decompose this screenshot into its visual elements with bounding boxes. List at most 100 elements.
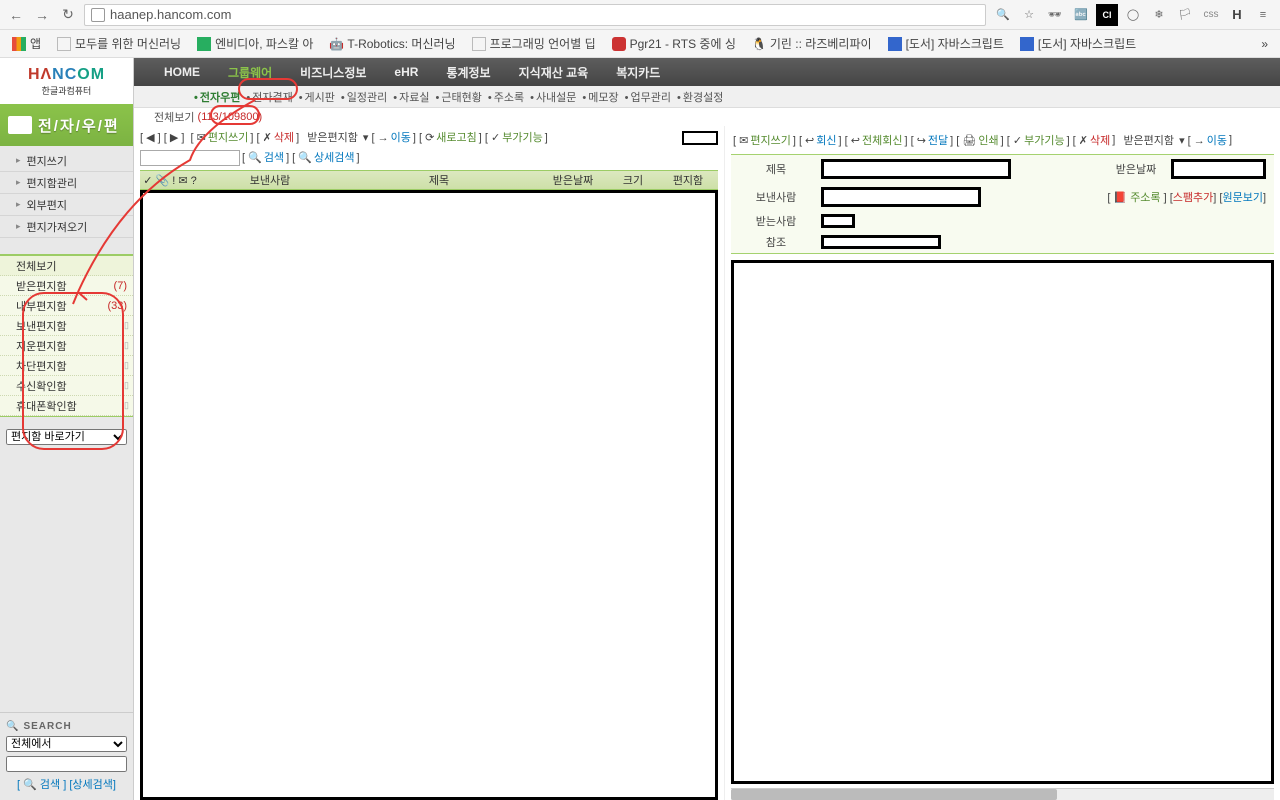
nav-groupware[interactable]: 그룹웨어 [228, 64, 272, 81]
nav-ehr[interactable]: eHR [394, 65, 418, 79]
nav-biz[interactable]: 비즈니스정보 [300, 64, 366, 81]
star-icon[interactable]: ☆ [1018, 4, 1040, 26]
address-bar[interactable]: haanep.hancom.com [84, 4, 986, 26]
bookmarks-more[interactable]: » [1255, 34, 1274, 54]
search-go[interactable]: 🔍 검색 [23, 779, 60, 791]
list-search-input[interactable] [140, 150, 240, 166]
nav-ip[interactable]: 지식재산 교육 [519, 64, 589, 81]
tb-move[interactable]: 이동 [391, 130, 411, 146]
col-sender[interactable]: 보낸사람 [200, 172, 340, 188]
subnav-survey[interactable]: 사내설문 [530, 89, 576, 105]
nav-home[interactable]: HOME [164, 65, 200, 79]
subnav-attendance[interactable]: 근태현황 [436, 89, 482, 105]
search-input[interactable] [6, 756, 127, 772]
sidemenu-import[interactable]: 편지가져오기 [0, 216, 133, 238]
subnav-task[interactable]: 업무관리 [625, 89, 671, 105]
folder-phone[interactable]: 휴대폰확인함▯ [0, 396, 133, 416]
folder-internal[interactable]: 내부편지함(33) [0, 296, 133, 316]
search-icon[interactable]: 🔍 [992, 4, 1014, 26]
col-folder[interactable]: 편지함 [658, 172, 718, 188]
folder-inbox[interactable]: 받은편지함(7) [0, 276, 133, 296]
h-scrollbar[interactable] [731, 788, 1274, 800]
search-adv[interactable]: 상세검색 [72, 779, 112, 791]
logo[interactable]: HΛNCOM 한글과컴퓨터 [0, 58, 133, 104]
apps-button[interactable]: 앱 [6, 32, 47, 55]
detail-pane: [ ✉ 편지쓰기 ] [ ↩ 회신 ] [ ↩ 전체회신 ] [ ↪ 전달 ] … [724, 126, 1280, 800]
val-to [821, 214, 855, 228]
ext-icon-1[interactable]: 🕶 [1044, 4, 1066, 26]
tb-write[interactable]: 편지쓰기 [208, 130, 248, 146]
folder-block[interactable]: 차단편지함▯ [0, 356, 133, 376]
bookmark-5[interactable]: Pgr21 - RTS 중에 싱 [606, 32, 742, 55]
folder-all[interactable]: 전체보기 [0, 256, 133, 276]
bookmark-6[interactable]: 🐧기린 :: 라즈베리파이 [746, 32, 878, 55]
bookmark-7[interactable]: [도서] 자바스크립트 [882, 32, 1010, 55]
dt-forward[interactable]: 전달 [928, 132, 948, 148]
nav-welfare[interactable]: 복지카드 [616, 64, 660, 81]
tb-extra[interactable]: 부가기능 [502, 130, 542, 146]
dt-reply[interactable]: 회신 [816, 132, 836, 148]
dt-extra[interactable]: 부가기능 [1024, 132, 1064, 148]
col-date[interactable]: 받은날짜 [538, 172, 608, 188]
list-body[interactable] [140, 190, 718, 800]
folder-quick-select[interactable]: 편지함 바로가기 [6, 429, 127, 445]
pager-box[interactable] [682, 131, 718, 145]
folder-receipt[interactable]: 수신확인함▯ [0, 376, 133, 396]
search-icon: 🔍 [6, 721, 19, 732]
tb-search[interactable]: 검색 [264, 150, 284, 166]
forward-button[interactable]: → [32, 5, 52, 25]
folder-trash[interactable]: 지운편지함▯ [0, 336, 133, 356]
bookmark-3[interactable]: 🤖T-Robotics: 머신러닝 [323, 32, 461, 55]
tb-delete[interactable]: 삭제 [274, 130, 294, 146]
subnav-memo[interactable]: 메모장 [582, 89, 618, 105]
subnav-board[interactable]: 게시판 [299, 89, 335, 105]
search-scope[interactable]: 전체에서 [6, 736, 127, 752]
bookmark-4[interactable]: 프로그래밍 언어별 딥 [466, 32, 602, 55]
reload-button[interactable]: ↻ [58, 5, 78, 25]
dt-replyall[interactable]: 전체회신 [862, 132, 902, 148]
col-size[interactable]: 크기 [608, 172, 658, 188]
folder-list: 전체보기 받은편지함(7) 내부편지함(33) 보낸편지함▯ 지운편지함▯ 차단… [0, 254, 133, 417]
ext-icon-2[interactable]: ◯ [1122, 4, 1144, 26]
bookmark-1[interactable]: 모두를 위한 머신러닝 [51, 32, 187, 55]
subnav-addrbook[interactable]: 주소록 [488, 89, 524, 105]
sidemenu-write[interactable]: 편지쓰기 [0, 150, 133, 172]
site-icon [91, 8, 105, 22]
back-button[interactable]: ← [6, 5, 26, 25]
tb-folder[interactable]: 받은편지함 [307, 130, 358, 146]
subnav-schedule[interactable]: 일정관리 [341, 89, 387, 105]
subnav-mail[interactable]: 전자우편 [194, 89, 240, 105]
menu-icon[interactable]: ≡ [1252, 4, 1274, 26]
h-icon[interactable]: H [1226, 4, 1248, 26]
nav-stats[interactable]: 통계정보 [446, 64, 490, 81]
sidemenu-external[interactable]: 외부편지 [0, 194, 133, 216]
link-addrbook[interactable]: 주소록 [1130, 192, 1160, 204]
tb-adv-search[interactable]: 상세검색 [314, 150, 354, 166]
bookmark-8[interactable]: [도서] 자바스크립트 [1014, 32, 1142, 55]
ext-icon-3[interactable]: ❄ [1148, 4, 1170, 26]
dt-print[interactable]: 인쇄 [978, 132, 998, 148]
tb-refresh[interactable]: 새로고침 [436, 130, 476, 146]
detail-toolbar: [ ✉ 편지쓰기 ] [ ↩ 회신 ] [ ↩ 전체회신 ] [ ↪ 전달 ] … [731, 126, 1274, 154]
dt-move[interactable]: 이동 [1207, 132, 1227, 148]
ext-icon-ci[interactable]: CI [1096, 4, 1118, 26]
dt-folder[interactable]: 받은편지함 [1123, 132, 1174, 148]
sidemenu-manage[interactable]: 편지함관리 [0, 172, 133, 194]
bookmark-2[interactable]: 엔비디아, 파스칼 아 [191, 32, 319, 55]
subnav-settings[interactable]: 환경설정 [677, 89, 723, 105]
folder-sent[interactable]: 보낸편지함▯ [0, 316, 133, 336]
dt-write[interactable]: 편지쓰기 [750, 132, 790, 148]
link-source[interactable]: 원문보기 [1222, 192, 1262, 204]
dt-delete[interactable]: 삭제 [1090, 132, 1110, 148]
col-icons[interactable]: ✓ 📎 ! ✉ ? [140, 174, 200, 187]
subnav-approval[interactable]: 전자결재 [246, 89, 292, 105]
subnav-archive[interactable]: 자료실 [393, 89, 429, 105]
link-spam[interactable]: 스팸추가 [1173, 192, 1213, 204]
translate-icon[interactable]: 🔤 [1070, 4, 1092, 26]
ext-icon-4[interactable]: 🏳 [1174, 4, 1196, 26]
detail-fields: 제목 받은날짜 보낸사람 [ 📕 주소록 ] [스팸추가] [원문보기] [731, 154, 1274, 254]
col-subject[interactable]: 제목 [340, 172, 538, 188]
css-icon[interactable]: css [1200, 4, 1222, 26]
lbl-from: 보낸사람 [731, 189, 821, 205]
detail-body[interactable] [731, 260, 1274, 784]
